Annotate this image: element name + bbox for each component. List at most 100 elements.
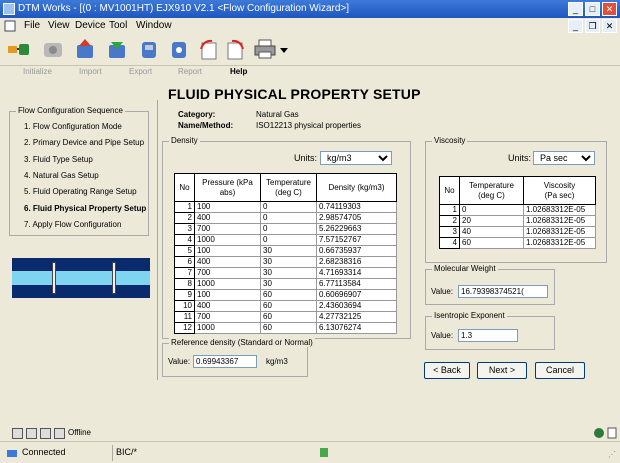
- help-button[interactable]: Help: [230, 67, 247, 76]
- viscosity-cell[interactable]: 1.02683312E-05: [523, 204, 596, 216]
- density-cell[interactable]: 700: [194, 223, 261, 235]
- density-cell[interactable]: 60: [260, 311, 317, 323]
- density-cell[interactable]: 30: [260, 278, 317, 290]
- chevron-down-icon[interactable]: [280, 48, 288, 54]
- resize-grip-icon[interactable]: ⋰: [608, 450, 616, 459]
- density-units-select[interactable]: kg/m3: [320, 151, 392, 165]
- density-cell[interactable]: 4.27732125: [316, 311, 397, 323]
- jump-forward-icon[interactable]: [222, 37, 248, 61]
- menu-window[interactable]: Window: [136, 20, 172, 31]
- density-cell[interactable]: 60: [260, 289, 317, 301]
- jump-back-icon[interactable]: [196, 37, 222, 61]
- device-settings-icon[interactable]: [166, 37, 192, 61]
- density-cell[interactable]: 60: [260, 322, 317, 334]
- viscosity-row[interactable]: 1 0 1.02683312E-05: [439, 204, 596, 216]
- density-row[interactable]: 12 1000 60 6.13076274: [174, 322, 397, 334]
- viscosity-cell[interactable]: 40: [459, 226, 524, 238]
- viscosity-row[interactable]: 4 60 1.02683312E-05: [439, 237, 596, 249]
- print-icon[interactable]: [252, 37, 278, 61]
- density-cell[interactable]: 100: [194, 245, 261, 257]
- density-cell[interactable]: 400: [194, 300, 261, 312]
- next-button[interactable]: Next >: [477, 362, 527, 379]
- initialize-button[interactable]: Initialize: [23, 67, 52, 76]
- density-cell[interactable]: 30: [260, 245, 317, 257]
- density-cell[interactable]: 700: [194, 311, 261, 323]
- density-cell[interactable]: 100: [194, 201, 261, 213]
- maximize-button[interactable]: □: [585, 2, 600, 16]
- density-cell[interactable]: 0.66735937: [316, 245, 397, 257]
- density-cell[interactable]: 0: [260, 223, 317, 235]
- density-row[interactable]: 11 700 60 4.27732125: [174, 311, 397, 323]
- density-cell[interactable]: 4.71693314: [316, 267, 397, 279]
- density-row[interactable]: 6 400 30 2.68238316: [174, 256, 397, 268]
- density-cell[interactable]: 2.98574705: [316, 212, 397, 224]
- upload-icon[interactable]: [72, 37, 98, 61]
- density-cell[interactable]: 2.68238316: [316, 256, 397, 268]
- density-row[interactable]: 5 100 30 0.66735937: [174, 245, 397, 257]
- child-restore-button[interactable]: ❐: [585, 19, 600, 33]
- close-button[interactable]: ✕: [602, 2, 617, 16]
- viscosity-cell[interactable]: 1.02683312E-05: [523, 226, 596, 238]
- minimize-button[interactable]: _: [568, 2, 583, 16]
- density-cell[interactable]: 1000: [194, 234, 261, 246]
- density-cell[interactable]: 0.60696907: [316, 289, 397, 301]
- import-button[interactable]: Import: [79, 67, 102, 76]
- density-row[interactable]: 9 100 60 0.60696907: [174, 289, 397, 301]
- density-cell[interactable]: 1000: [194, 322, 261, 334]
- connect-icon[interactable]: [6, 37, 32, 61]
- menu-view[interactable]: View: [48, 20, 70, 31]
- density-cell[interactable]: 0: [260, 201, 317, 213]
- density-cell[interactable]: 0: [260, 234, 317, 246]
- viscosity-cell[interactable]: 20: [459, 215, 524, 227]
- initialize-icon[interactable]: [40, 37, 66, 61]
- density-row[interactable]: 10 400 60 2.43603694: [174, 300, 397, 312]
- density-cell[interactable]: 700: [194, 267, 261, 279]
- density-cell[interactable]: 60: [260, 300, 317, 312]
- viscosity-row[interactable]: 2 20 1.02683312E-05: [439, 215, 596, 227]
- viscosity-cell[interactable]: 0: [459, 204, 524, 216]
- viscosity-units-select[interactable]: Pa sec: [533, 151, 595, 165]
- density-cell[interactable]: 400: [194, 256, 261, 268]
- density-cell[interactable]: 0.74119303: [316, 201, 397, 213]
- density-row[interactable]: 4 1000 0 7.57152767: [174, 234, 397, 246]
- panel-icon[interactable]: [12, 428, 23, 439]
- menu-file[interactable]: File: [24, 20, 40, 31]
- density-cell[interactable]: 6.77113584: [316, 278, 397, 290]
- density-row[interactable]: 8 1000 30 6.77113584: [174, 278, 397, 290]
- menu-tool[interactable]: Tool: [109, 20, 127, 31]
- menu-device[interactable]: Device: [75, 20, 106, 31]
- child-close-button[interactable]: ✕: [602, 19, 617, 33]
- density-cell[interactable]: 2.43603694: [316, 300, 397, 312]
- density-row[interactable]: 3 700 0 5.26229663: [174, 223, 397, 235]
- grid-icon[interactable]: [40, 428, 51, 439]
- viscosity-row[interactable]: 3 40 1.02683312E-05: [439, 226, 596, 238]
- cancel-button[interactable]: Cancel: [535, 362, 585, 379]
- viscosity-cell[interactable]: 1.02683312E-05: [523, 237, 596, 249]
- density-cell[interactable]: 30: [260, 256, 317, 268]
- density-cell[interactable]: 6.13076274: [316, 322, 397, 334]
- density-cell[interactable]: 0: [260, 212, 317, 224]
- back-button[interactable]: < Back: [424, 362, 470, 379]
- density-row[interactable]: 1 100 0 0.74119303: [174, 201, 397, 213]
- device-icon[interactable]: [136, 37, 162, 61]
- child-minimize-button[interactable]: _: [568, 19, 583, 33]
- export-button[interactable]: Export: [129, 67, 152, 76]
- density-cell[interactable]: 7.57152767: [316, 234, 397, 246]
- list-icon[interactable]: [54, 428, 65, 439]
- reference-density-value-label: Value:: [168, 357, 191, 366]
- density-row[interactable]: 7 700 30 4.71693314: [174, 267, 397, 279]
- viscosity-cell[interactable]: 1.02683312E-05: [523, 215, 596, 227]
- density-cell[interactable]: 5.26229663: [316, 223, 397, 235]
- density-cell[interactable]: 1000: [194, 278, 261, 290]
- viscosity-cell[interactable]: 60: [459, 237, 524, 249]
- density-cell[interactable]: 100: [194, 289, 261, 301]
- density-cell[interactable]: 30: [260, 267, 317, 279]
- reference-density-input[interactable]: [193, 355, 257, 368]
- molecular-weight-input[interactable]: [458, 285, 548, 298]
- edit-icon[interactable]: [26, 428, 37, 439]
- isentropic-exponent-input[interactable]: [458, 329, 518, 342]
- density-cell[interactable]: 400: [194, 212, 261, 224]
- report-button[interactable]: Report: [178, 67, 202, 76]
- download-icon[interactable]: [104, 37, 130, 61]
- density-row[interactable]: 2 400 0 2.98574705: [174, 212, 397, 224]
